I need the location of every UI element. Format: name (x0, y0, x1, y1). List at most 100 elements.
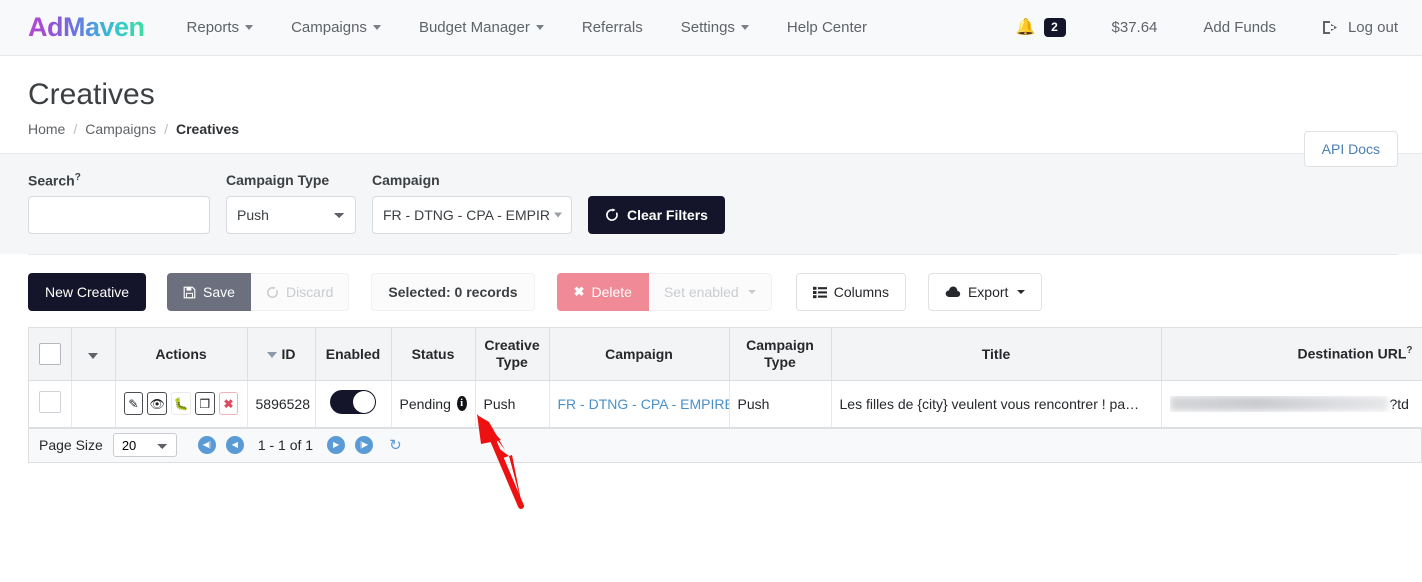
campaign-link[interactable]: FR - DTNG - CPA - EMPIRE (558, 396, 730, 412)
nav-item-settings[interactable]: Settings (681, 19, 749, 36)
page-size-label: Page Size (39, 437, 103, 453)
save-button[interactable]: Save (167, 273, 251, 311)
chevron-down-icon (245, 25, 253, 30)
page-header: Creatives Home / Campaigns / Creatives A… (0, 56, 1422, 154)
first-page-icon[interactable]: ◀| (198, 436, 216, 454)
delete-label: Delete (592, 284, 632, 300)
status-info-icon[interactable]: i (457, 396, 467, 411)
new-creative-button[interactable]: New Creative (28, 273, 146, 311)
search-label-text: Search (28, 172, 75, 188)
delete-setenabled-group: ✖ Delete Set enabled (557, 273, 772, 311)
campaign-type-select[interactable]: Push (226, 196, 356, 234)
row-creative-type: Push (475, 380, 549, 427)
refresh-icon[interactable]: ↻ (389, 438, 402, 453)
chevron-down-icon (1017, 290, 1025, 294)
next-page-icon[interactable]: ▶ (327, 436, 345, 454)
nav-item-settings-label: Settings (681, 19, 735, 36)
row-enabled-cell (315, 380, 391, 427)
list-icon (813, 286, 827, 299)
nav-item-campaigns[interactable]: Campaigns (291, 19, 381, 36)
clear-filters-button[interactable]: Clear Filters (588, 196, 725, 234)
admaven-logo[interactable]: AdMaven (28, 12, 145, 43)
delete-icon[interactable]: ✖ (219, 392, 239, 415)
top-navigation-bar: AdMaven Reports Campaigns Budget Manager… (0, 0, 1422, 56)
nav-item-campaigns-label: Campaigns (291, 19, 367, 36)
redacted-url (1170, 396, 1388, 411)
column-header-destination-url-label: Destination URL (1298, 346, 1407, 362)
nav-item-referrals-label: Referrals (582, 19, 643, 36)
campaign-type-label: Campaign Type (226, 172, 356, 188)
campaign-label: Campaign (372, 172, 572, 188)
nav-right-group: 🔔 2 $37.64 Add Funds Log out (1016, 18, 1398, 37)
column-header-actions[interactable]: Actions (115, 328, 247, 380)
set-enabled-button: Set enabled (649, 273, 772, 311)
search-input[interactable] (28, 196, 210, 234)
breadcrumb-item-campaigns[interactable]: Campaigns (85, 121, 156, 137)
refresh-icon (266, 286, 279, 299)
discard-button: Discard (251, 273, 349, 311)
row-title-text: Les filles de {city} veulent vous rencon… (840, 396, 1153, 412)
sort-desc-icon (267, 352, 277, 358)
selected-records-indicator: Selected: 0 records (371, 273, 534, 311)
campaign-type-filter-group: Campaign Type Push (226, 172, 356, 234)
grid-toolbar: New Creative Save Discard Selected: 0 re… (28, 255, 1422, 327)
pagination-bar: Page Size 20 ◀| ◀ 1 - 1 of 1 ▶ |▶ ↻ (28, 429, 1422, 463)
discard-label: Discard (286, 284, 333, 300)
toggle-knob (353, 391, 375, 413)
nav-item-help-center[interactable]: Help Center (787, 19, 867, 36)
logout-link[interactable]: Log out (1322, 19, 1398, 36)
chevron-down-icon (373, 25, 381, 30)
destination-url-help-icon[interactable]: ? (1406, 345, 1412, 356)
notifications[interactable]: 🔔 2 (1016, 18, 1066, 37)
row-checkbox[interactable] (39, 391, 61, 413)
column-header-creative-type[interactable]: Creative Type (475, 328, 549, 380)
logout-icon (1322, 20, 1339, 35)
nav-item-referrals[interactable]: Referrals (582, 19, 643, 36)
column-header-id[interactable]: ID (247, 328, 315, 380)
table-header-row: Actions ID Enabled Status Creative Type … (29, 328, 1422, 380)
column-header-campaign-type[interactable]: Campaign Type (729, 328, 831, 380)
column-header-status[interactable]: Status (391, 328, 475, 380)
table-row[interactable]: ✎ 👁 🐛 ❐ ✖ 5896528 Pending (29, 380, 1422, 427)
nav-item-reports-label: Reports (187, 19, 240, 36)
campaign-select[interactable]: FR - DTNG - CPA - EMPIR (372, 196, 572, 234)
column-header-campaign[interactable]: Campaign (549, 328, 729, 380)
floppy-disk-icon (183, 286, 196, 299)
search-label: Search? (28, 172, 210, 189)
add-funds-link[interactable]: Add Funds (1203, 19, 1276, 36)
breadcrumb-item-creatives: Creatives (176, 121, 239, 137)
nav-item-budget-manager[interactable]: Budget Manager (419, 19, 544, 36)
delete-button[interactable]: ✖ Delete (557, 273, 649, 311)
export-button[interactable]: Export (928, 273, 1042, 311)
search-help-icon[interactable]: ? (75, 172, 81, 183)
select-all-checkbox[interactable] (39, 343, 61, 365)
row-select-cell (29, 380, 71, 427)
row-status-cell: Pending i (391, 380, 475, 427)
chevron-down-icon[interactable] (88, 353, 98, 359)
destination-url-tail: ?td (1390, 396, 1409, 412)
breadcrumb-separator: / (164, 121, 168, 137)
creatives-grid: Actions ID Enabled Status Creative Type … (28, 327, 1422, 429)
clone-icon[interactable]: ❐ (195, 392, 215, 415)
column-header-destination-url[interactable]: Destination URL? (1161, 328, 1422, 380)
chevron-down-icon (748, 290, 756, 294)
edit-icon[interactable]: ✎ (124, 392, 144, 415)
column-header-enabled[interactable]: Enabled (315, 328, 391, 380)
prev-page-icon[interactable]: ◀ (226, 436, 244, 454)
page-size-select[interactable]: 20 (113, 433, 177, 457)
nav-item-reports[interactable]: Reports (187, 19, 254, 36)
save-discard-group: Save Discard (167, 273, 349, 311)
breadcrumb-item-home[interactable]: Home (28, 121, 65, 137)
api-docs-button[interactable]: API Docs (1304, 131, 1398, 167)
row-campaign-cell: FR - DTNG - CPA - EMPIRE (549, 380, 729, 427)
select-all-header (29, 328, 71, 380)
column-header-title[interactable]: Title (831, 328, 1161, 380)
enabled-toggle[interactable] (330, 390, 376, 414)
preview-icon[interactable]: 👁 (147, 392, 167, 415)
notification-count-badge: 2 (1044, 18, 1066, 37)
bug-icon: 🐛 (171, 392, 191, 415)
columns-button[interactable]: Columns (796, 273, 906, 311)
bell-icon[interactable]: 🔔 (1016, 20, 1036, 36)
refresh-icon (605, 208, 619, 222)
last-page-icon[interactable]: |▶ (355, 436, 373, 454)
